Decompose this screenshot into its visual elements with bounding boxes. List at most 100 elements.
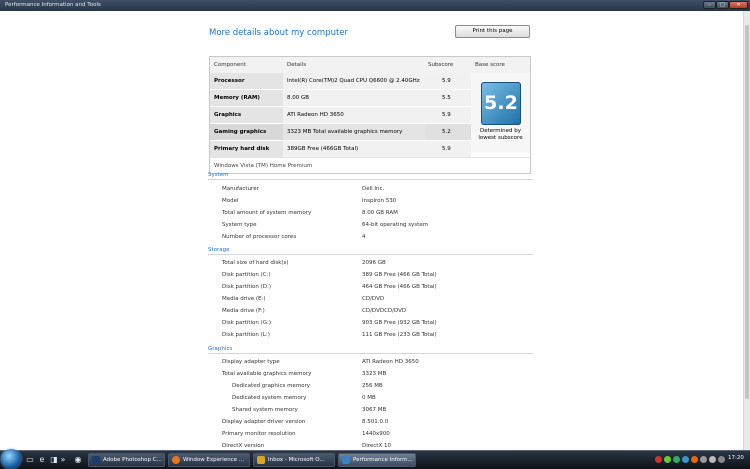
detail-value: DirectX 10 — [362, 443, 391, 449]
detail-value: 8.00 GB RAM — [362, 210, 398, 216]
performance-icon — [342, 456, 350, 464]
app-icon[interactable]: ◉ — [73, 455, 83, 465]
taskbar: ▭ e ◨ » ◉ Adobe Photoshop C... Window Ex… — [0, 449, 750, 469]
row-component: Memory (RAM) — [210, 90, 283, 106]
maximize-button[interactable]: □ — [716, 1, 729, 9]
detail-label: Primary monitor resolution — [222, 431, 296, 437]
taskbar-item-performance[interactable]: Performance Inform... — [338, 453, 416, 467]
score-table: Component Details Subscore Base score Pr… — [209, 56, 531, 174]
detail-value: Dell Inc. — [362, 186, 385, 192]
firefox-icon — [172, 456, 180, 464]
row-subscore: 5.2 — [426, 124, 471, 140]
base-score-caption-line1: Determined by — [479, 128, 522, 134]
taskbar-item-outlook[interactable]: Inbox - Microsoft O... — [253, 453, 335, 467]
print-button[interactable]: Print this page — [455, 25, 530, 38]
detail-value: Inspiron 530 — [362, 198, 397, 204]
detail-label: Shared system memory — [232, 407, 298, 413]
detail-label: Total size of hard disk(s) — [222, 260, 289, 266]
window-title-bar[interactable]: Performance Information and Tools – □ ✕ — [0, 0, 750, 11]
detail-value: ATI Radeon HD 3650 — [362, 359, 419, 365]
taskbar-item-label: Window Experience ... — [183, 457, 245, 463]
header-details: Details — [283, 57, 426, 73]
detail-label: System type — [222, 222, 257, 228]
detail-label: Total available graphics memory — [222, 371, 312, 377]
header-subscore: Subscore — [426, 57, 471, 73]
detail-value: 2096 GB — [362, 260, 386, 266]
detail-label: Number of processor cores — [222, 234, 297, 240]
detail-value: 903 GB Free (932 GB Total) — [362, 320, 437, 326]
taskbar-item-photoshop[interactable]: Adobe Photoshop C... — [88, 453, 165, 467]
detail-label: Dedicated system memory — [232, 395, 307, 401]
detail-value: 1440x900 — [362, 431, 390, 437]
row-component: Graphics — [210, 107, 283, 123]
detail-label: Disk partition (C:) — [222, 272, 271, 278]
detail-label: Manufacturer — [222, 186, 259, 192]
taskbar-item-label: Inbox - Microsoft O... — [268, 457, 325, 463]
section-storage-title: Storage — [208, 246, 533, 255]
detail-label: Disk partition (G:) — [222, 320, 272, 326]
base-score-badge: 5.2 — [481, 82, 521, 125]
detail-value: 0 MB — [362, 395, 376, 401]
base-score-cell: 5.2 Determined by lowest subscore — [471, 73, 530, 153]
row-details: 3323 MB Total available graphics memory — [283, 124, 426, 140]
row-subscore: 5.9 — [426, 107, 471, 123]
row-component: Primary hard disk — [210, 141, 283, 157]
detail-value: 111 GB Free (233 GB Total) — [362, 332, 437, 338]
detail-value: 64-bit operating system — [362, 222, 429, 228]
taskbar-item-label: Performance Inform... — [353, 457, 413, 463]
row-component: Gaming graphics — [210, 124, 283, 140]
taskbar-item-label: Adobe Photoshop C... — [103, 457, 162, 463]
detail-value: 3323 MB — [362, 371, 387, 377]
row-subscore: 5.9 — [426, 141, 471, 157]
detail-label: Media drive (F:) — [222, 308, 265, 314]
ie-icon[interactable]: e — [37, 455, 47, 465]
content-area: More details about my computer Print thi… — [0, 11, 743, 450]
tray-icon[interactable] — [718, 456, 725, 463]
section-system-title: System — [208, 171, 533, 180]
detail-value: 464 GB Free (466 GB Total) — [362, 284, 437, 290]
header-base-score: Base score — [471, 57, 530, 73]
detail-value: 256 MB — [362, 383, 383, 389]
network-icon[interactable] — [700, 456, 707, 463]
detail-value: 3067 MB — [362, 407, 387, 413]
detail-value: 8.501.0.0 — [362, 419, 389, 425]
row-details: Intel(R) Core(TM)2 Quad CPU Q6600 @ 2.40… — [283, 73, 426, 89]
switch-windows-icon[interactable]: ◨ — [49, 455, 59, 465]
close-button[interactable]: ✕ — [729, 1, 748, 9]
tray-icon[interactable] — [691, 456, 698, 463]
base-score-caption-line2: lowest subscore — [478, 135, 523, 141]
tray-icon[interactable] — [682, 456, 689, 463]
row-subscore: 5.9 — [426, 73, 471, 89]
start-orb-icon[interactable] — [1, 449, 21, 469]
taskbar-item-window-experience[interactable]: Window Experience ... — [168, 453, 250, 467]
row-details: ATI Radeon HD 3650 — [283, 107, 426, 123]
page-heading: More details about my computer — [209, 28, 349, 38]
row-details: 8.00 GB — [283, 90, 426, 106]
detail-label: DirectX version — [222, 443, 265, 449]
minimize-button[interactable]: – — [703, 1, 716, 9]
volume-icon[interactable] — [709, 456, 716, 463]
detail-value: 389 GB Free (466 GB Total) — [362, 272, 437, 278]
vertical-scrollbar[interactable] — [743, 11, 750, 450]
row-details: 389GB Free (466GB Total) — [283, 141, 426, 157]
detail-value: CD/DVD — [362, 296, 385, 302]
detail-value: 4 — [362, 234, 366, 240]
header-component: Component — [210, 57, 283, 73]
detail-value: CD/DVDCD/DVD — [362, 308, 407, 314]
scrollbar-thumb[interactable] — [745, 25, 749, 399]
detail-label: Model — [222, 198, 239, 204]
window-title: Performance Information and Tools — [5, 2, 101, 8]
detail-label: Media drive (E:) — [222, 296, 266, 302]
clock[interactable]: 17:20 — [728, 455, 744, 461]
row-component: Processor — [210, 73, 283, 89]
outlook-icon — [257, 456, 265, 464]
detail-label: Display adapter type — [222, 359, 280, 365]
tray-icon[interactable] — [655, 456, 662, 463]
detail-label: Dedicated graphics memory — [232, 383, 311, 389]
tray-icon[interactable] — [673, 456, 680, 463]
detail-label: Disk partition (L:) — [222, 332, 270, 338]
quicklaunch-more-icon[interactable]: » — [59, 455, 67, 465]
tray-icon[interactable] — [664, 456, 671, 463]
show-desktop-icon[interactable]: ▭ — [25, 455, 35, 465]
section-graphics-title: Graphics — [208, 345, 533, 354]
